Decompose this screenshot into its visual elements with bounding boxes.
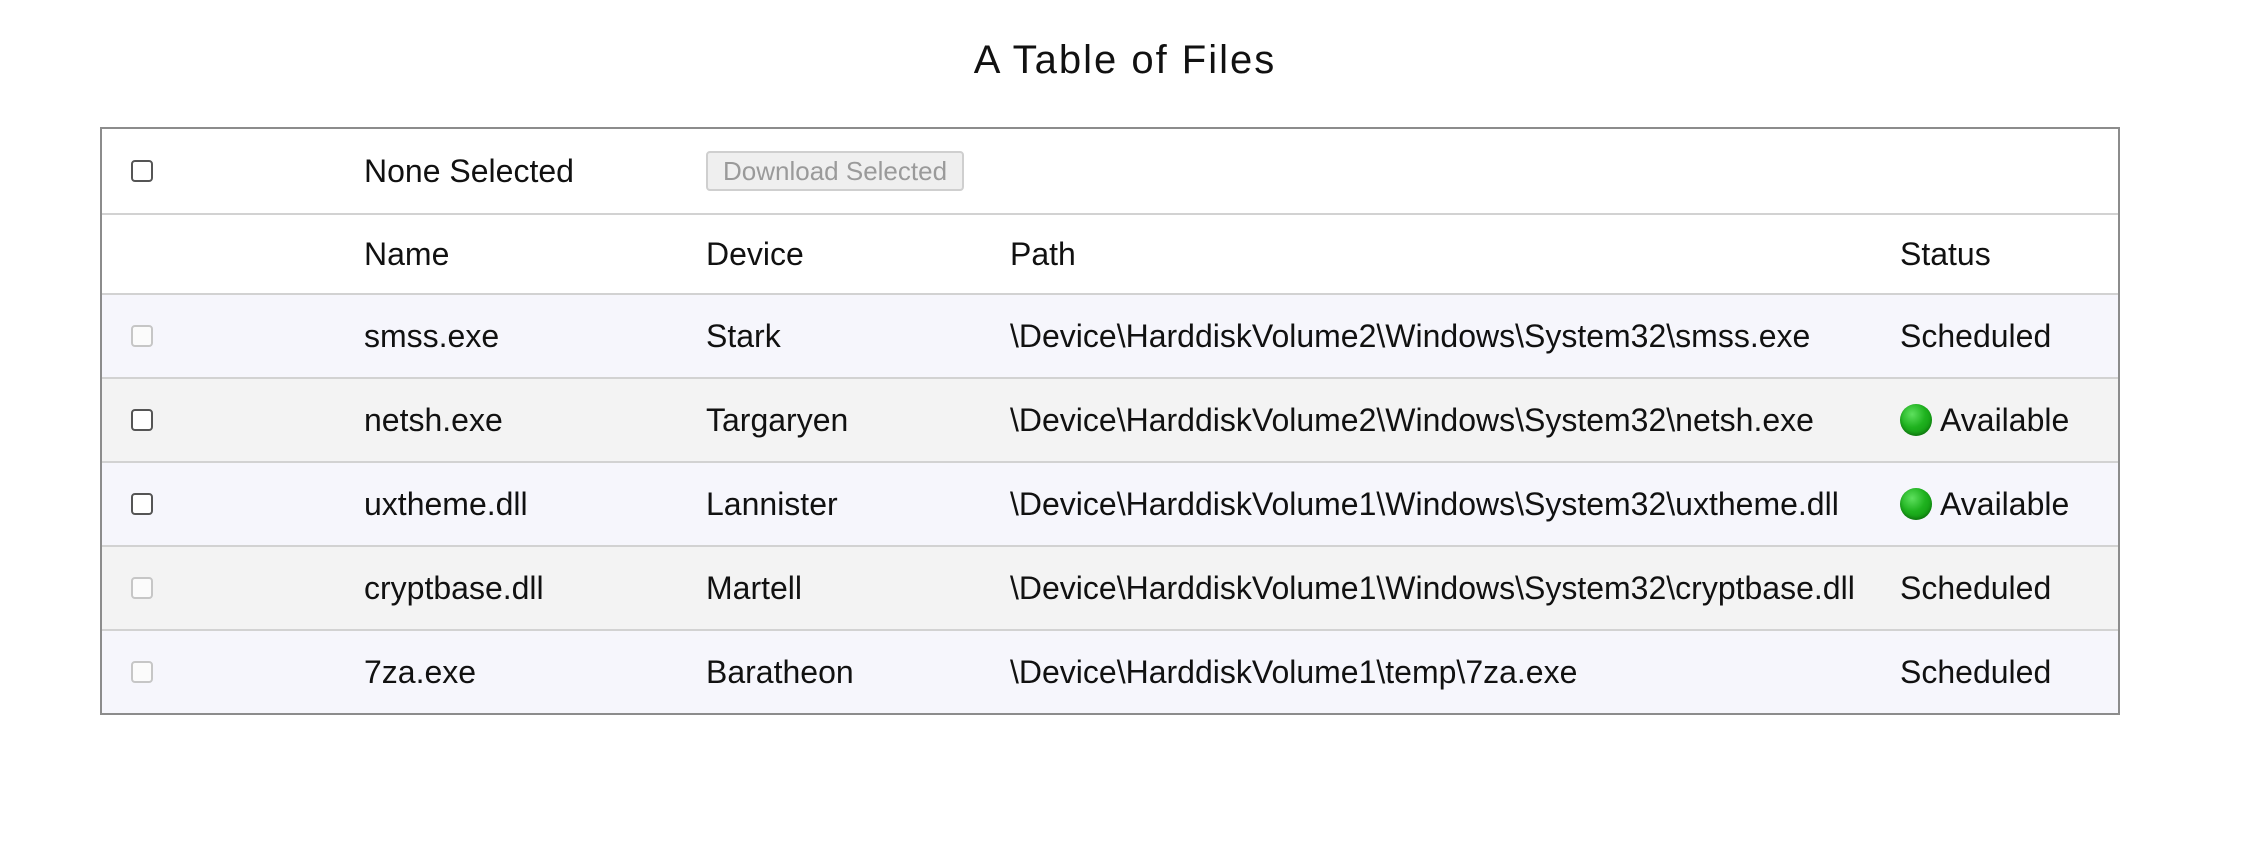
table-header: Name Device Path Status bbox=[102, 215, 2118, 295]
download-selected-button[interactable]: Download Selected bbox=[706, 151, 965, 191]
row-select-checkbox[interactable] bbox=[131, 493, 153, 515]
cell-name: netsh.exe bbox=[364, 401, 503, 438]
column-header-path: Path bbox=[1010, 235, 1076, 272]
cell-device: Lannister bbox=[706, 485, 838, 522]
cell-path: \Device\HarddiskVolume2\Windows\System32… bbox=[1010, 317, 1811, 354]
row-select-checkbox bbox=[131, 577, 153, 599]
table-row: 7za.exe Baratheon \Device\HarddiskVolume1\… bbox=[102, 631, 2118, 713]
cell-name: 7za.exe bbox=[364, 653, 477, 690]
table-row: smss.exe Stark \Device\HarddiskVolume2\Win… bbox=[102, 295, 2118, 379]
table-row: uxtheme.dll Lannister \Device\HarddiskVolu… bbox=[102, 463, 2118, 547]
cell-path: \Device\HarddiskVolume1\Windows\System32… bbox=[1010, 485, 1839, 522]
cell-name: smss.exe bbox=[364, 317, 500, 354]
row-select-cell bbox=[131, 379, 153, 461]
table-row: cryptbase.dll Martell \Device\HarddiskVolu… bbox=[102, 547, 2118, 631]
select-all-checkbox[interactable] bbox=[131, 160, 153, 182]
row-select-checkbox bbox=[131, 661, 153, 683]
cell-name: uxtheme.dll bbox=[364, 485, 528, 522]
status-label: Available bbox=[1940, 485, 2070, 522]
selection-status: None Selected bbox=[364, 152, 574, 189]
status-label: Scheduled bbox=[1900, 569, 2052, 606]
cell-device: Martell bbox=[706, 569, 803, 606]
cell-status: Available bbox=[1900, 379, 2069, 461]
cell-path: \Device\HarddiskVolume1\Windows\System32… bbox=[1010, 569, 1855, 606]
row-select-cell bbox=[131, 463, 153, 545]
status-label: Scheduled bbox=[1900, 653, 2052, 690]
cell-status: Scheduled bbox=[1900, 295, 2051, 377]
column-header-device: Device bbox=[706, 235, 804, 272]
row-select-cell bbox=[131, 547, 153, 629]
table-toolbar: None Selected Download Selected bbox=[102, 129, 2118, 215]
cell-device: Baratheon bbox=[706, 653, 854, 690]
cell-status: Scheduled bbox=[1900, 631, 2051, 713]
download-cell: Download Selected bbox=[706, 129, 965, 213]
cell-device: Stark bbox=[706, 317, 781, 354]
cell-path: \Device\HarddiskVolume1\temp\7za.exe bbox=[1010, 653, 1578, 690]
files-table: None Selected Download Selected Name Dev… bbox=[100, 127, 2120, 715]
cell-status: Scheduled bbox=[1900, 547, 2051, 629]
cell-name: cryptbase.dll bbox=[364, 569, 544, 606]
column-header-status: Status bbox=[1900, 235, 1991, 272]
table-body: smss.exe Stark \Device\HarddiskVolume2\Win… bbox=[102, 295, 2118, 713]
row-select-cell bbox=[131, 631, 153, 713]
row-select-cell bbox=[131, 295, 153, 377]
row-select-checkbox bbox=[131, 325, 153, 347]
page-title: A Table of Files bbox=[973, 38, 1277, 82]
status-available-icon bbox=[1900, 488, 1932, 520]
row-select-checkbox[interactable] bbox=[131, 409, 153, 431]
cell-path: \Device\HarddiskVolume2\Windows\System32… bbox=[1010, 401, 1814, 438]
cell-status: Available bbox=[1900, 463, 2069, 545]
column-header-name: Name bbox=[364, 235, 450, 272]
status-available-icon bbox=[1900, 404, 1932, 436]
page: A Table of Files None Selected Download … bbox=[0, 0, 2250, 848]
table-row: netsh.exe Targaryen \Device\HarddiskVolume… bbox=[102, 379, 2118, 463]
cell-device: Targaryen bbox=[706, 401, 849, 438]
select-all-cell bbox=[131, 129, 153, 213]
status-label: Available bbox=[1940, 401, 2070, 438]
status-label: Scheduled bbox=[1900, 317, 2052, 354]
